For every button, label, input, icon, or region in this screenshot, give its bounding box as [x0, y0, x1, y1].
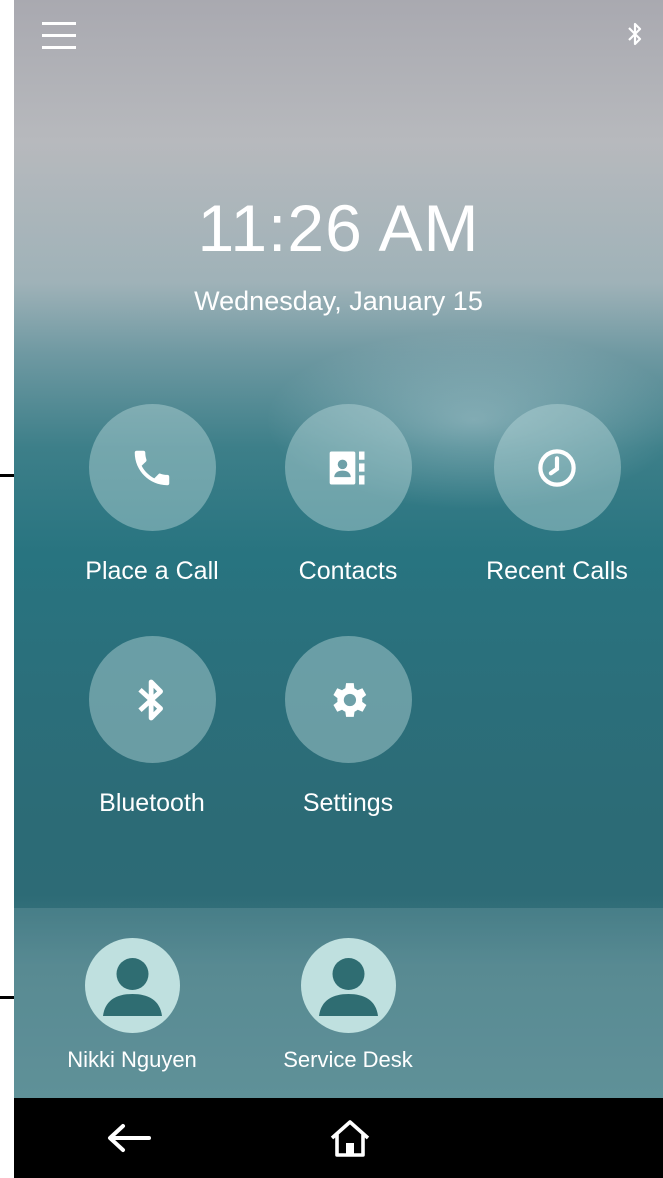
- home-icon: [330, 1120, 370, 1157]
- recent-calls-button[interactable]: Recent Calls: [472, 404, 642, 586]
- home-screen: 11:26 AM Wednesday, January 15 Place a C…: [14, 0, 663, 1178]
- back-button[interactable]: [98, 1110, 158, 1166]
- place-call-button[interactable]: Place a Call: [67, 404, 237, 586]
- favorites-bar: Nikki Nguyen Service Desk: [14, 908, 663, 1098]
- contacts-button[interactable]: Contacts: [263, 404, 433, 586]
- favorite-nikki-nguyen[interactable]: Nikki Nguyen: [52, 938, 212, 1073]
- bluetooth-icon: [138, 679, 163, 720]
- settings-circle: [284, 636, 412, 763]
- contacts-label: Contacts: [298, 557, 398, 585]
- settings-label: Settings: [302, 789, 394, 817]
- phone-icon: [134, 450, 170, 485]
- clock-time: 11:26 AM: [197, 191, 480, 265]
- favorite-service-desk[interactable]: Service Desk: [268, 938, 428, 1073]
- clock-icon: [538, 448, 576, 487]
- back-arrow-icon: [108, 1124, 151, 1152]
- recent-calls-circle: [493, 404, 621, 531]
- contacts-circle: [284, 404, 412, 531]
- home-button[interactable]: [320, 1110, 380, 1166]
- clock-date: Wednesday, January 15: [194, 286, 483, 316]
- favorite-label: Service Desk: [283, 1047, 413, 1072]
- recent-calls-label: Recent Calls: [486, 557, 628, 585]
- bluetooth-button[interactable]: Bluetooth: [67, 636, 237, 818]
- bluetooth-label: Bluetooth: [99, 789, 205, 817]
- bluetooth-icon: [628, 22, 642, 46]
- person-icon: [300, 938, 396, 1033]
- place-call-label: Place a Call: [85, 557, 219, 585]
- bluetooth-circle: [88, 636, 216, 763]
- person-icon: [84, 938, 180, 1033]
- place-call-circle: [88, 404, 216, 531]
- contacts-icon: [329, 451, 365, 484]
- navigation-bar: [14, 1098, 663, 1178]
- favorite-label: Nikki Nguyen: [67, 1047, 197, 1072]
- settings-button[interactable]: Settings: [263, 636, 433, 818]
- hamburger-menu-icon[interactable]: [42, 22, 76, 52]
- gear-icon: [333, 682, 367, 717]
